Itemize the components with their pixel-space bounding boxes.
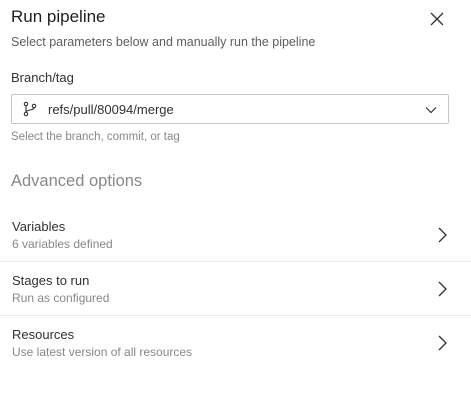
row-title: Stages to run (12, 273, 90, 288)
branch-icon (23, 101, 37, 117)
branch-tag-dropdown[interactable]: refs/pull/80094/merge (11, 94, 449, 124)
chevron-down-icon (425, 107, 437, 114)
chevron-right-icon (438, 227, 447, 243)
row-title: Resources (12, 327, 75, 342)
row-subtitle: 6 variables defined (12, 237, 113, 251)
resources-row[interactable]: Resources Use latest version of all reso… (0, 316, 471, 370)
branch-tag-helper: Select the branch, commit, or tag (11, 131, 180, 143)
variables-row[interactable]: Variables 6 variables defined (0, 208, 471, 262)
chevron-right-icon (438, 335, 447, 351)
row-subtitle: Use latest version of all resources (12, 345, 193, 359)
advanced-options-heading: Advanced options (11, 172, 143, 190)
close-button[interactable] (428, 10, 446, 28)
dialog-title: Run pipeline (11, 7, 106, 26)
branch-tag-value: refs/pull/80094/merge (48, 102, 174, 117)
stages-to-run-row[interactable]: Stages to run Run as configured (0, 262, 471, 316)
dialog-subtitle: Select parameters below and manually run… (11, 35, 316, 49)
branch-tag-label: Branch/tag (11, 70, 74, 85)
chevron-right-icon (438, 281, 447, 297)
row-subtitle: Run as configured (12, 291, 110, 305)
row-title: Variables (12, 219, 66, 234)
close-icon (430, 12, 444, 26)
